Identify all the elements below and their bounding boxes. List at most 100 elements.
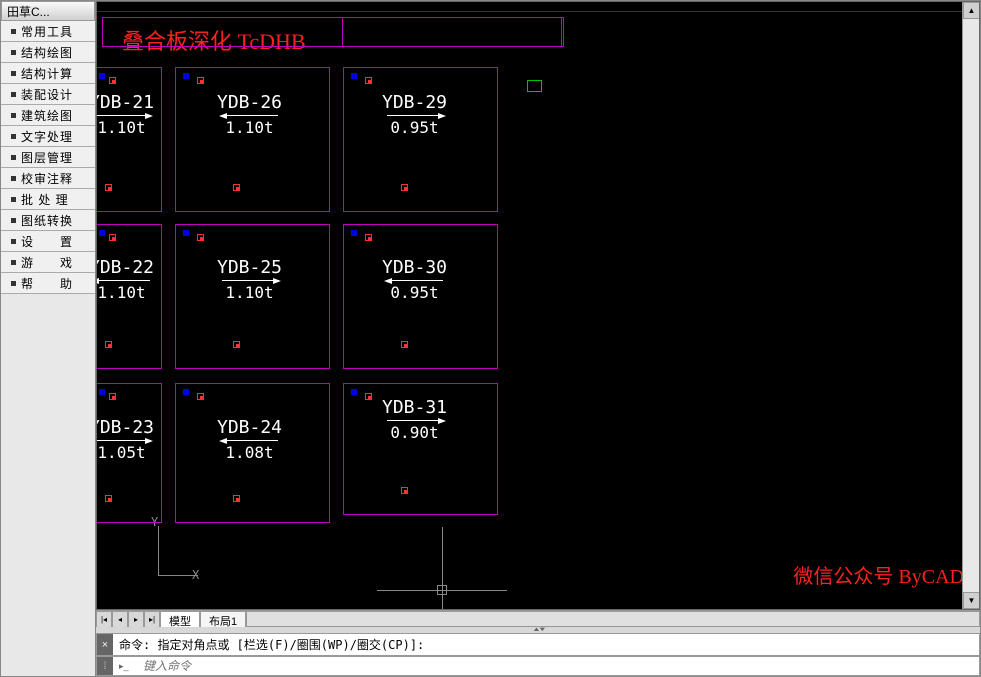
panel-name: YDB-22 xyxy=(96,257,154,278)
panel-name: YDB-31 xyxy=(382,397,447,418)
vertical-scrollbar[interactable]: ▲ ▼ xyxy=(962,2,979,609)
sidebar-item[interactable]: 批 处 理 xyxy=(1,189,95,210)
sidebar-item[interactable]: 文字处理 xyxy=(1,126,95,147)
marker xyxy=(197,234,204,241)
sidebar-item[interactable]: 图纸转换 xyxy=(1,210,95,231)
sidebar-item[interactable]: 常用工具 xyxy=(1,21,95,42)
panel-label-25: YDB-251.10t xyxy=(217,257,282,302)
panel-thickness: 1.08t xyxy=(217,443,282,462)
panel-label-21: YDB-21 1.10t xyxy=(96,92,154,137)
panel-name: YDB-24 xyxy=(217,417,282,438)
sidebar-item[interactable]: 建筑绘图 xyxy=(1,105,95,126)
scroll-down-button[interactable]: ▼ xyxy=(963,592,980,609)
marker xyxy=(401,487,408,494)
arrow-icon xyxy=(387,280,443,281)
panel-thickness: 1.10t xyxy=(96,118,154,137)
command-input[interactable] xyxy=(141,657,979,675)
arrow-icon xyxy=(222,115,278,116)
command-history: 命令: 指定对角点或 [栏选(F)/圈围(WP)/圈交(CP)]: xyxy=(113,634,979,655)
grip[interactable] xyxy=(99,230,105,236)
tab-nav-last[interactable]: ▸| xyxy=(144,611,160,628)
grip[interactable] xyxy=(183,73,189,79)
marker xyxy=(105,341,112,348)
arrow-icon xyxy=(96,440,150,441)
panel-label-23: YDB-23 1.05t xyxy=(96,417,154,462)
marker xyxy=(197,393,204,400)
layout-tab-bar: |◂ ◂ ▸ ▸| 模型 布局1 xyxy=(96,610,980,627)
tab-layout1[interactable]: 布局1 xyxy=(200,611,246,627)
panel-thickness: 0.95t xyxy=(382,118,447,137)
panel-thickness: 0.90t xyxy=(382,423,447,442)
panel-thickness: 1.10t xyxy=(96,283,154,302)
outline xyxy=(342,17,564,47)
panel-29[interactable] xyxy=(343,67,498,212)
marker xyxy=(401,184,408,191)
command-close-button[interactable]: × xyxy=(97,634,113,655)
marker xyxy=(233,184,240,191)
watermark: 微信公众号 ByCAD xyxy=(793,560,964,589)
arrow-icon xyxy=(96,115,150,116)
panel-thickness: 0.95t xyxy=(382,283,447,302)
grip[interactable] xyxy=(351,389,357,395)
grip[interactable] xyxy=(351,73,357,79)
panel-name: YDB-29 xyxy=(382,92,447,113)
panel-name: YDB-25 xyxy=(217,257,282,278)
panel-label-29: YDB-29 0.95t xyxy=(382,92,447,137)
marker xyxy=(365,234,372,241)
sidebar-item[interactable]: 校审注释 xyxy=(1,168,95,189)
canvas[interactable]: 叠合板深化 TcDHB 微信公众号 ByCAD Y X YDB-211.10tY… xyxy=(96,1,980,610)
panel-label-22: YDB-22 1.10t xyxy=(96,257,154,302)
arrow-icon xyxy=(222,440,278,441)
sidebar-item[interactable]: 设 置 xyxy=(1,231,95,252)
crosshair-pickbox xyxy=(437,585,447,595)
panel-thickness: 1.10t xyxy=(217,118,282,137)
panel-name: YDB-23 xyxy=(96,417,154,438)
marker xyxy=(365,393,372,400)
sidebar-item[interactable]: 游 戏 xyxy=(1,252,95,273)
sidebar-menu: 常用工具结构绘图结构计算装配设计建筑绘图文字处理图层管理校审注释批 处 理图纸转… xyxy=(1,21,95,294)
marker xyxy=(105,184,112,191)
sidebar-item[interactable]: 图层管理 xyxy=(1,147,95,168)
arrow-icon xyxy=(222,280,278,281)
marker xyxy=(233,495,240,502)
panel-label-30: YDB-30 0.95t xyxy=(382,257,447,302)
tab-nav-first[interactable]: |◂ xyxy=(96,611,112,628)
tab-nav-prev[interactable]: ◂ xyxy=(112,611,128,628)
grip[interactable] xyxy=(99,389,105,395)
grip[interactable] xyxy=(351,230,357,236)
horizontal-scrollbar[interactable] xyxy=(246,611,980,627)
grip[interactable] xyxy=(183,389,189,395)
sidebar-item[interactable]: 帮 助 xyxy=(1,273,95,294)
marker xyxy=(233,341,240,348)
grip[interactable] xyxy=(183,230,189,236)
sidebar-header[interactable]: 田草C... xyxy=(1,1,95,21)
tab-nav-next[interactable]: ▸ xyxy=(128,611,144,628)
command-prompt-icon: ▸_ xyxy=(113,661,141,672)
arrow-icon xyxy=(387,420,443,421)
marker xyxy=(105,495,112,502)
marker xyxy=(109,393,116,400)
main-area: 叠合板深化 TcDHB 微信公众号 ByCAD Y X YDB-211.10tY… xyxy=(96,1,980,676)
selection-marker xyxy=(527,80,542,92)
panel-name: YDB-21 xyxy=(96,92,154,113)
marker xyxy=(109,77,116,84)
tab-model[interactable]: 模型 xyxy=(160,611,200,627)
arrow-icon xyxy=(387,115,443,116)
grip[interactable] xyxy=(99,73,105,79)
panel-label-24: YDB-24 1.08t xyxy=(217,417,282,462)
panel-thickness: 1.05t xyxy=(96,443,154,462)
scroll-up-button[interactable]: ▲ xyxy=(963,2,980,19)
sidebar-panel: 田草C... 常用工具结构绘图结构计算装配设计建筑绘图文字处理图层管理校审注释批… xyxy=(1,1,96,676)
command-line: × 命令: 指定对角点或 [栏选(F)/圈围(WP)/圈交(CP)]: ⁞ ▸_ xyxy=(96,633,980,676)
panel-26[interactable] xyxy=(175,67,330,212)
sidebar-item[interactable]: 结构计算 xyxy=(1,63,95,84)
panel-label-26: YDB-261.10t xyxy=(217,92,282,137)
sidebar-item[interactable]: 结构绘图 xyxy=(1,42,95,63)
marker xyxy=(109,234,116,241)
command-drag-handle[interactable]: ⁞ xyxy=(97,657,113,675)
panel-label-31: YDB-31 0.90t xyxy=(382,397,447,442)
crosshair xyxy=(442,527,443,610)
drawing-space[interactable]: 叠合板深化 TcDHB 微信公众号 ByCAD Y X YDB-211.10tY… xyxy=(97,2,979,609)
panel-name: YDB-30 xyxy=(382,257,447,278)
sidebar-item[interactable]: 装配设计 xyxy=(1,84,95,105)
